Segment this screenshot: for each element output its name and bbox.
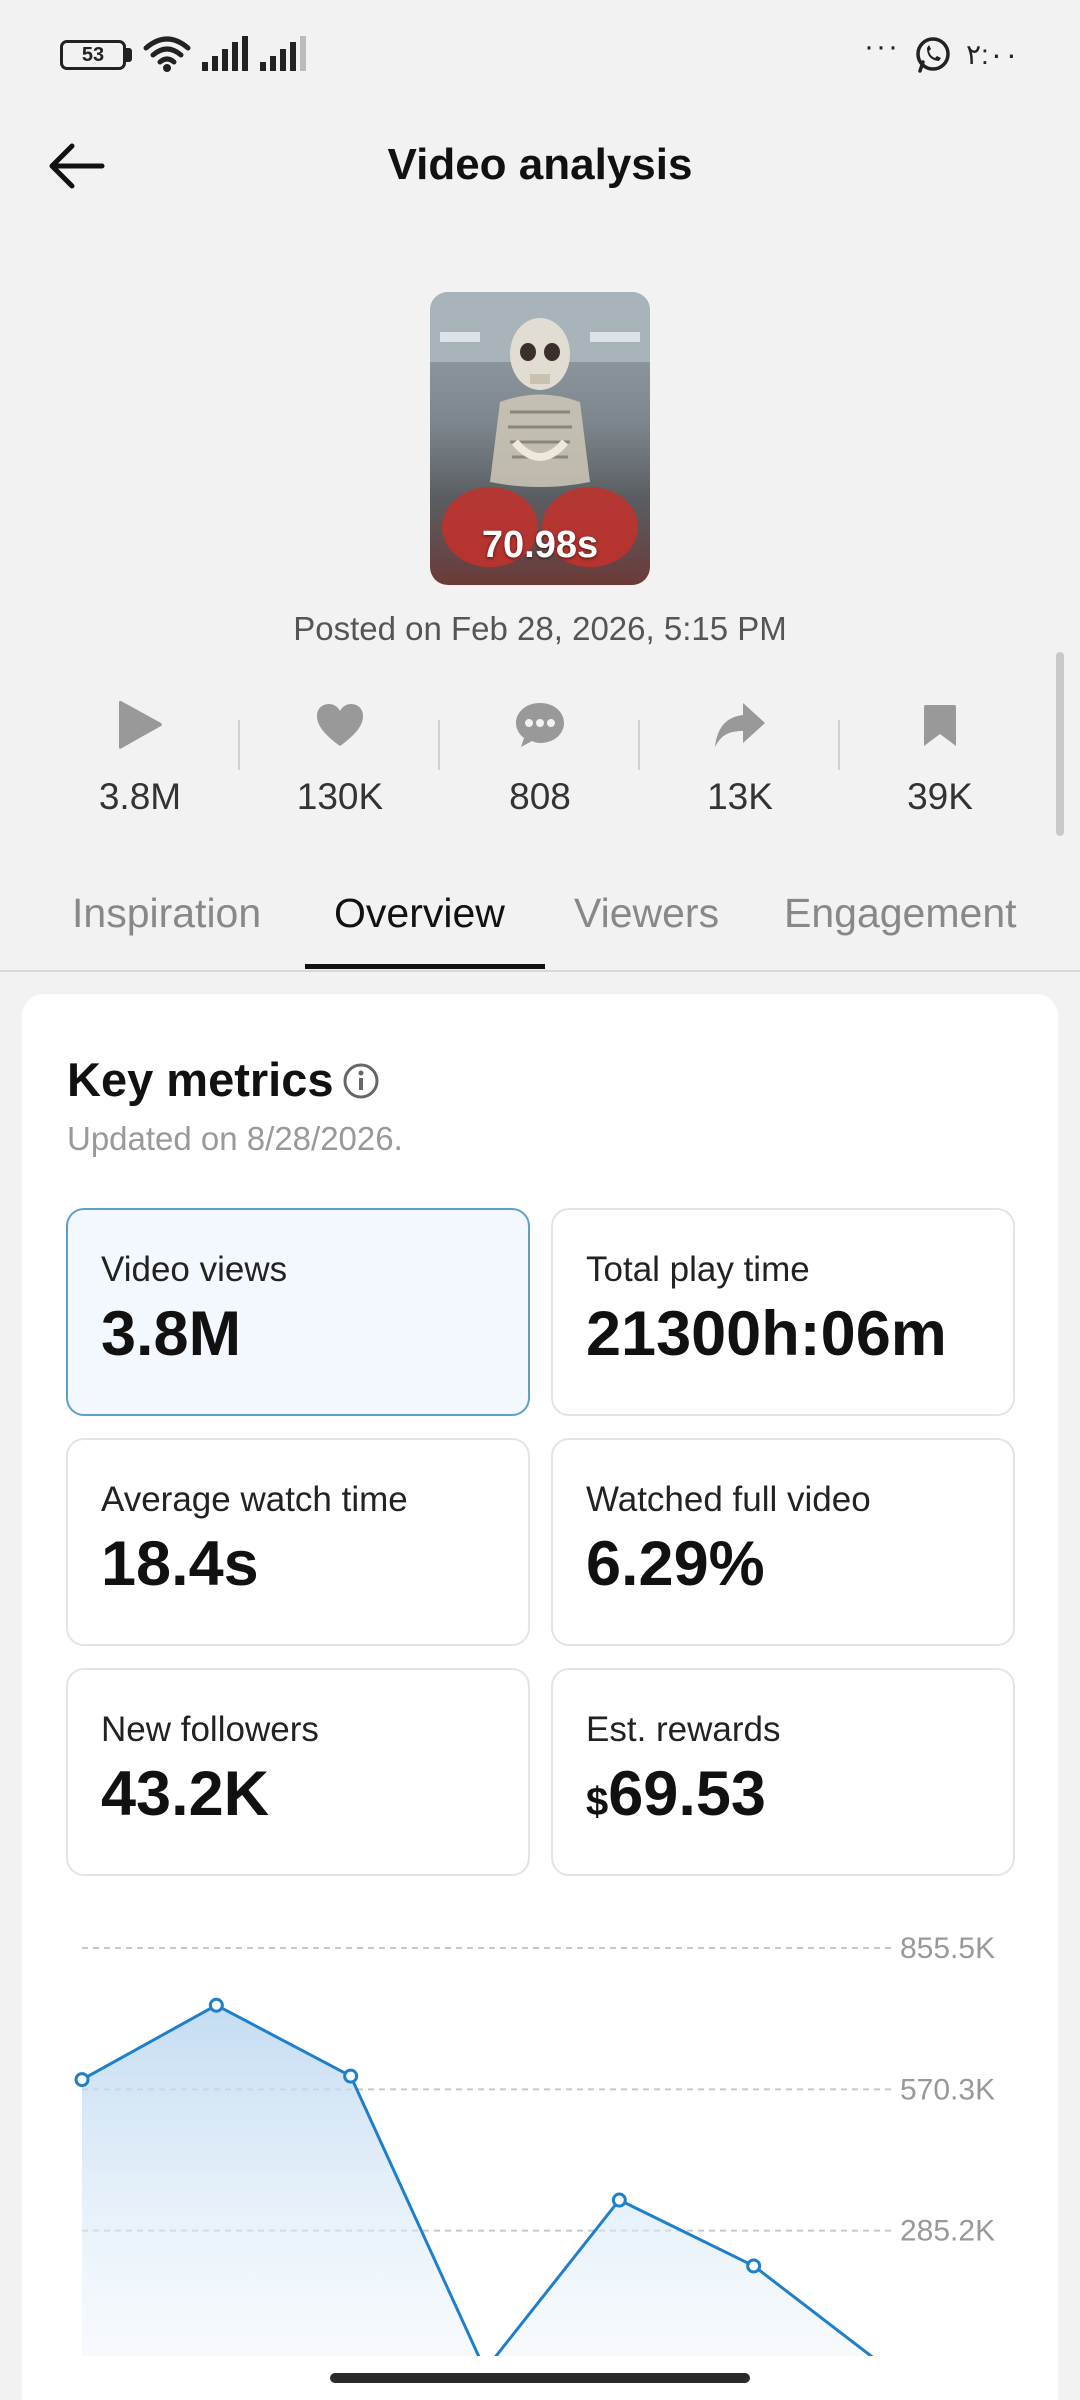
heart-icon xyxy=(317,704,363,746)
active-tab-indicator xyxy=(305,964,545,969)
screen: 53 ··· ٢:٠٠ Video analysis 70.98s Posted… xyxy=(0,0,1080,2400)
key-metrics-title: Key metrics xyxy=(67,1053,334,1106)
metric-label: Average watch time xyxy=(101,1480,408,1519)
metric-label: Video views xyxy=(101,1250,288,1289)
signal-icon xyxy=(202,36,248,71)
battery-tip xyxy=(126,48,132,62)
more-notifications-icon: ··· xyxy=(864,30,900,63)
metric-label: Est. rewards xyxy=(586,1710,781,1749)
info-icon[interactable] xyxy=(342,1062,380,1100)
comments-count: 808 xyxy=(509,776,571,817)
metric-video-views[interactable]: Video views 3.8M xyxy=(66,1208,530,1416)
tab-overview[interactable]: Overview xyxy=(334,890,505,937)
tab-viewers[interactable]: Viewers xyxy=(574,890,719,937)
video-duration: 70.98s xyxy=(481,524,599,566)
battery-icon: 53 xyxy=(60,40,126,70)
rewards-amount: 69.53 xyxy=(608,1759,766,1829)
metric-label: Watched full video xyxy=(586,1480,871,1519)
play-icon xyxy=(119,700,162,749)
metric-value: 43.2K xyxy=(101,1759,270,1829)
page-title: Video analysis xyxy=(387,140,693,189)
key-metrics-card: Key metrics Updated on 8/28/2026. Video … xyxy=(22,994,1058,2400)
stats-row: 3.8M 130K 808 13K 39K xyxy=(40,690,1040,840)
status-bar: 53 ··· ٢:٠٠ xyxy=(0,0,1080,110)
metric-label: Total play time xyxy=(586,1250,810,1289)
clock: ٢:٠٠ xyxy=(966,39,1019,70)
stat-views: 3.8M xyxy=(40,690,240,840)
tab-engagement[interactable]: Engagement xyxy=(784,890,1017,937)
whatsapp-icon xyxy=(916,37,950,73)
metric-total-play-time[interactable]: Total play time 21300h:06m xyxy=(551,1208,1015,1416)
metric-label: New followers xyxy=(101,1710,319,1749)
comment-icon xyxy=(516,703,564,747)
likes-count: 130K xyxy=(296,776,384,817)
metric-value: $69.53 xyxy=(586,1758,766,1830)
saves-count: 39K xyxy=(907,776,973,817)
stat-saves: 39K xyxy=(840,690,1040,840)
home-indicator[interactable] xyxy=(330,2373,750,2383)
scrollbar[interactable] xyxy=(1056,652,1064,836)
bookmark-icon xyxy=(924,705,956,746)
views-count: 3.8M xyxy=(98,776,182,817)
tab-bar: Inspiration Overview Viewers Engagement xyxy=(0,880,1080,972)
metric-value: 3.8M xyxy=(101,1299,242,1369)
metric-value: 18.4s xyxy=(101,1529,259,1599)
updated-date: Updated on 8/28/2026. xyxy=(67,1120,403,1157)
stat-shares: 13K xyxy=(640,690,840,840)
shares-count: 13K xyxy=(707,776,773,817)
signal-icon-2 xyxy=(260,36,306,71)
stat-likes: 130K xyxy=(240,690,440,840)
stat-comments: 808 xyxy=(440,690,640,840)
posted-date: Posted on Feb 28, 2026, 5:15 PM xyxy=(293,610,787,647)
video-thumbnail[interactable]: 70.98s xyxy=(430,292,650,585)
metric-new-followers[interactable]: New followers 43.2K xyxy=(66,1668,530,1876)
metric-watched-full-video[interactable]: Watched full video 6.29% xyxy=(551,1438,1015,1646)
currency-symbol: $ xyxy=(586,1780,609,1824)
wifi-icon xyxy=(143,36,191,72)
metric-value: 21300h:06m xyxy=(586,1299,947,1369)
battery-level: 53 xyxy=(81,43,105,66)
tab-inspiration[interactable]: Inspiration xyxy=(72,890,261,937)
metric-average-watch-time[interactable]: Average watch time 18.4s xyxy=(66,1438,530,1646)
metric-value: 6.29% xyxy=(586,1529,765,1599)
metric-est-rewards[interactable]: Est. rewards $69.53 xyxy=(551,1668,1015,1876)
share-icon xyxy=(715,703,765,747)
